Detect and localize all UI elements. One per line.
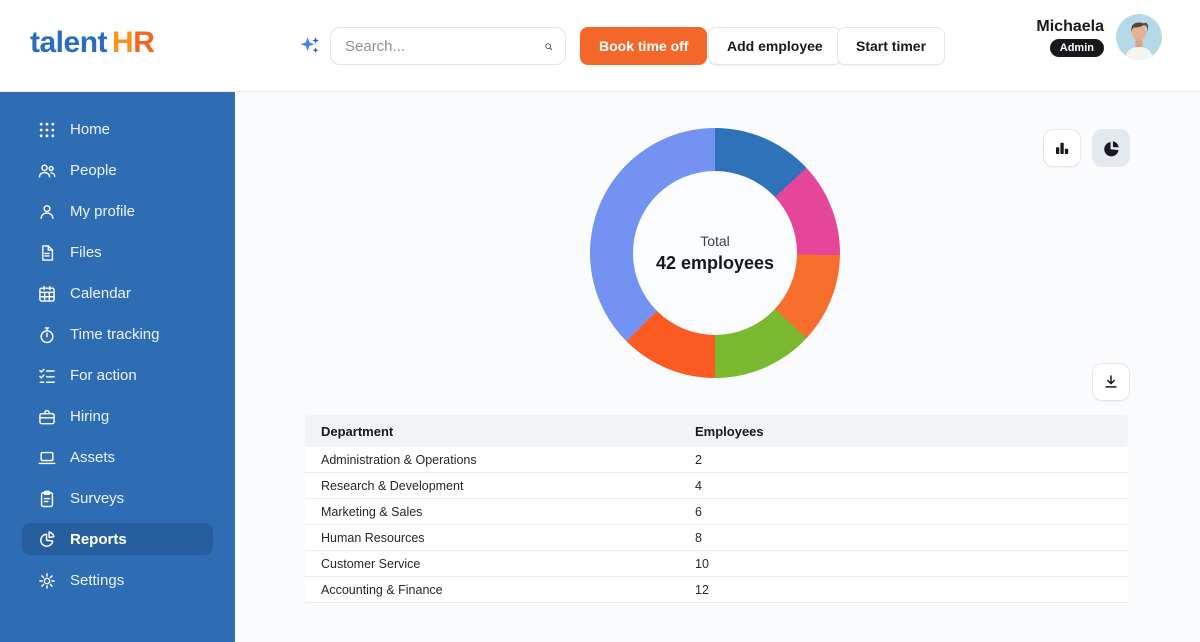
grid-dots-icon — [37, 120, 57, 140]
people-icon — [37, 161, 57, 181]
search-icon[interactable] — [544, 37, 553, 56]
briefcase-icon — [37, 407, 57, 427]
cell-employees: 2 — [695, 453, 1128, 467]
gear-icon — [37, 571, 57, 591]
user-menu[interactable]: Michaela Admin — [1036, 14, 1162, 60]
column-header-employees: Employees — [695, 424, 1128, 439]
cell-department: Human Resources — [305, 531, 695, 545]
add-employee-button[interactable]: Add employee — [708, 27, 842, 65]
sidebar-item-for-action[interactable]: For action — [22, 355, 213, 396]
sidebar-nav: Home People My profile Files Calendar Ti… — [0, 92, 235, 642]
calendar-icon — [37, 284, 57, 304]
person-icon — [37, 202, 57, 222]
sidebar-item-label: Hiring — [70, 408, 109, 425]
sidebar-item-label: Surveys — [70, 490, 124, 507]
avatar[interactable] — [1116, 14, 1162, 60]
download-button[interactable] — [1092, 363, 1130, 401]
sidebar-item-surveys[interactable]: Surveys — [22, 478, 213, 519]
cell-department: Research & Development — [305, 479, 695, 493]
column-header-department: Department — [305, 424, 695, 439]
cell-employees: 4 — [695, 479, 1128, 493]
bar-chart-view-button[interactable] — [1043, 129, 1081, 167]
bar-chart-icon — [1053, 139, 1071, 157]
sidebar-item-files[interactable]: Files — [22, 232, 213, 273]
donut-chart: Total 42 employees — [590, 128, 840, 378]
brand-logo-text-r: R — [133, 26, 154, 59]
top-header: talentHR Book time off Add employee Star… — [0, 0, 1200, 92]
sidebar-item-home[interactable]: Home — [22, 109, 213, 150]
cell-employees: 6 — [695, 505, 1128, 519]
ai-sparkles-icon[interactable] — [299, 35, 321, 57]
department-table: Department Employees Administration & Op… — [305, 415, 1128, 603]
cell-department: Marketing & Sales — [305, 505, 695, 519]
cell-employees: 8 — [695, 531, 1128, 545]
sidebar-item-label: Settings — [70, 572, 124, 589]
table-row: Marketing & Sales 6 — [305, 499, 1128, 525]
sidebar-item-my-profile[interactable]: My profile — [22, 191, 213, 232]
donut-total-label: Total — [700, 233, 730, 249]
sidebar-item-label: Home — [70, 121, 110, 138]
search-bar — [330, 27, 566, 65]
table-row: Administration & Operations 2 — [305, 447, 1128, 473]
cell-department: Administration & Operations — [305, 453, 695, 467]
cell-department: Accounting & Finance — [305, 583, 695, 597]
checklist-icon — [37, 366, 57, 386]
sidebar-item-label: Time tracking — [70, 326, 159, 343]
sidebar-item-label: People — [70, 162, 117, 179]
laptop-icon — [37, 448, 57, 468]
role-badge: Admin — [1050, 39, 1104, 57]
stopwatch-icon — [37, 325, 57, 345]
sidebar-item-label: My profile — [70, 203, 135, 220]
sidebar-item-label: Assets — [70, 449, 115, 466]
donut-total-value: 42 employees — [656, 253, 774, 274]
pie-chart-view-button[interactable] — [1092, 129, 1130, 167]
sidebar-item-reports[interactable]: Reports — [22, 523, 213, 555]
document-icon — [37, 243, 57, 263]
cell-employees: 12 — [695, 583, 1128, 597]
table-row: Human Resources 8 — [305, 525, 1128, 551]
sidebar-item-hiring[interactable]: Hiring — [22, 396, 213, 437]
brand-logo[interactable]: talentHR — [30, 26, 154, 60]
sidebar-item-label: Files — [70, 244, 102, 261]
clipboard-icon — [37, 489, 57, 509]
sidebar-item-time-tracking[interactable]: Time tracking — [22, 314, 213, 355]
table-row: Customer Service 10 — [305, 551, 1128, 577]
sidebar-item-label: Reports — [70, 531, 127, 548]
brand-logo-text-primary: talent — [30, 26, 107, 59]
sidebar-item-calendar[interactable]: Calendar — [22, 273, 213, 314]
download-icon — [1102, 373, 1120, 391]
user-name: Michaela — [1036, 18, 1104, 36]
sidebar-item-people[interactable]: People — [22, 150, 213, 191]
cell-department: Customer Service — [305, 557, 695, 571]
table-row: Research & Development 4 — [305, 473, 1128, 499]
pie-chart-icon — [37, 529, 57, 549]
sidebar-item-assets[interactable]: Assets — [22, 437, 213, 478]
sidebar-item-settings[interactable]: Settings — [22, 560, 213, 601]
donut-center: Total 42 employees — [633, 171, 797, 335]
table-row: Accounting & Finance 12 — [305, 577, 1128, 603]
sidebar-item-label: Calendar — [70, 285, 131, 302]
table-header-row: Department Employees — [305, 415, 1128, 447]
brand-logo-text-h: H — [112, 26, 133, 59]
book-time-off-button[interactable]: Book time off — [580, 27, 707, 65]
report-content: Total 42 employees Department Employees … — [235, 92, 1200, 642]
search-input[interactable] — [345, 38, 544, 55]
cell-employees: 10 — [695, 557, 1128, 571]
pie-chart-icon — [1102, 139, 1121, 158]
sidebar-item-label: For action — [70, 367, 137, 384]
start-timer-button[interactable]: Start timer — [837, 27, 945, 65]
